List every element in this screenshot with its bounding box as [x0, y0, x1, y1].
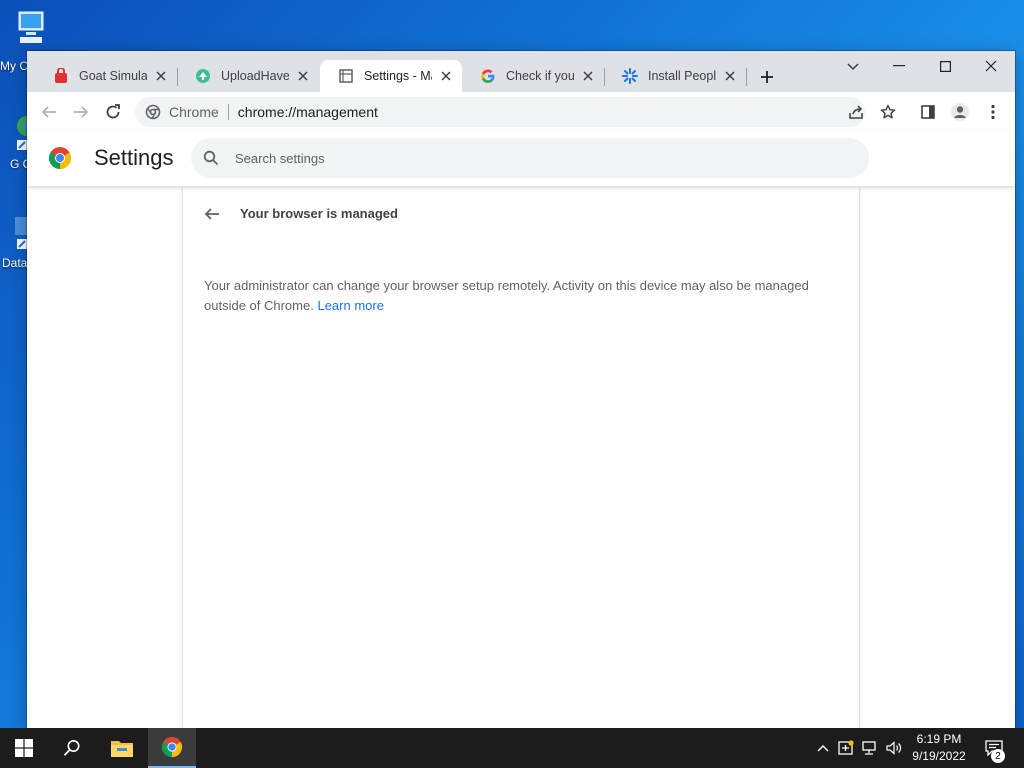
tab-title: UploadHaven [221, 69, 289, 83]
avatar-icon [951, 103, 969, 121]
kebab-menu-icon [991, 104, 995, 120]
security-center-icon [838, 740, 854, 755]
arrow-left-icon [41, 106, 56, 118]
close-tab-icon[interactable] [722, 68, 738, 84]
page-title: Your browser is managed [240, 206, 398, 221]
omnibox-separator [227, 104, 229, 120]
close-tab-icon[interactable] [153, 68, 169, 84]
reload-icon [106, 104, 120, 119]
side-panel-button[interactable] [915, 99, 941, 125]
url-text[interactable]: chrome://management [238, 104, 378, 120]
close-icon [985, 60, 997, 72]
settings-search-box[interactable] [191, 138, 869, 178]
chrome-icon [161, 736, 183, 758]
settings-header: Settings [27, 130, 1015, 186]
arrow-left-icon [204, 208, 219, 220]
management-description: Your administrator can change your brows… [204, 276, 834, 316]
clock-date: 9/19/2022 [912, 749, 966, 763]
arrow-right-icon [74, 106, 89, 118]
windows-logo-icon [15, 739, 33, 757]
tab-title: Settings - Man [364, 69, 432, 83]
tab-separator [746, 68, 747, 86]
site-label: Chrome [169, 104, 219, 120]
computer-icon [18, 11, 44, 43]
desktop-icon-label-data: Data [2, 256, 30, 270]
forward-button[interactable] [68, 99, 94, 125]
maximize-button[interactable] [922, 51, 968, 81]
chrome-site-icon [145, 104, 161, 120]
tab-search-button[interactable] [841, 55, 865, 79]
uploadhaven-icon [195, 68, 211, 84]
tab-settings-management[interactable]: Settings - Man [320, 60, 462, 92]
desktop-icon-text: Data [2, 256, 28, 270]
description-text: Your administrator can change your brows… [204, 278, 809, 313]
back-to-settings-button[interactable] [201, 203, 223, 225]
google-icon [480, 68, 496, 84]
chevron-up-icon [817, 745, 829, 752]
taskbar-file-explorer[interactable] [98, 728, 146, 768]
plus-icon [761, 71, 773, 83]
tray-security-icon-button[interactable] [836, 728, 856, 768]
search-icon [203, 150, 219, 166]
desktop-icon-text: My C [0, 59, 28, 73]
bookmark-button[interactable] [875, 99, 901, 125]
taskbar-clock[interactable]: 6:19 PM 9/19/2022 [904, 731, 974, 765]
notification-count-badge: 2 [991, 749, 1005, 763]
tab-title: Install People I [648, 69, 716, 83]
tray-volume-button[interactable] [884, 728, 904, 768]
clock-time: 6:19 PM [916, 732, 962, 746]
taskbar: 6:19 PM 9/19/2022 2 [0, 728, 1024, 768]
menu-button[interactable] [980, 99, 1006, 125]
chrome-logo-icon [49, 147, 71, 169]
share-icon [849, 105, 863, 119]
side-panel-icon [921, 105, 935, 119]
chrome-window: Goat Simulato UploadHaven Settings - Man [27, 51, 1015, 728]
chevron-down-icon [847, 63, 859, 71]
desktop-icon-label-my-computer: My C [0, 59, 30, 73]
show-hidden-icons-button[interactable] [814, 728, 832, 768]
maximize-icon [939, 60, 951, 72]
tray-network-button[interactable] [860, 728, 880, 768]
start-button[interactable] [0, 728, 48, 768]
taskbar-search-button[interactable] [48, 728, 96, 768]
profile-button[interactable] [947, 99, 973, 125]
omnibox[interactable]: Chrome chrome://management [135, 97, 865, 127]
tab-title: Goat Simulato [79, 69, 147, 83]
back-button[interactable] [36, 99, 62, 125]
network-icon [862, 741, 876, 755]
goat-icon [53, 68, 69, 84]
puzzle-icon [622, 68, 638, 84]
minimize-icon [893, 65, 905, 67]
document-icon [338, 68, 354, 84]
close-tab-icon[interactable] [438, 68, 454, 84]
minimize-button[interactable] [876, 51, 922, 81]
tab-strip: Goat Simulato UploadHaven Settings - Man [27, 51, 1015, 92]
management-card: Your browser is managed Your administrat… [183, 186, 859, 728]
tab-goat-simulator[interactable]: Goat Simulato [35, 60, 177, 92]
share-button[interactable] [843, 99, 869, 125]
new-tab-button[interactable] [755, 65, 779, 89]
desktop-icon-my-computer[interactable] [16, 10, 46, 52]
speaker-icon [886, 741, 902, 755]
reload-button[interactable] [100, 99, 126, 125]
browser-toolbar: Chrome chrome://management [27, 92, 1015, 130]
close-window-button[interactable] [968, 51, 1014, 81]
folder-icon [111, 741, 133, 757]
tab-title: Check if your C [506, 69, 574, 83]
search-icon [63, 740, 80, 756]
settings-title: Settings [94, 145, 174, 170]
learn-more-link[interactable]: Learn more [317, 298, 383, 313]
close-tab-icon[interactable] [295, 68, 311, 84]
search-settings-input[interactable] [235, 150, 835, 166]
tab-install-people[interactable]: Install People I [604, 60, 746, 92]
tab-check-if-your[interactable]: Check if your C [462, 60, 604, 92]
taskbar-chrome[interactable] [148, 728, 196, 768]
star-icon [880, 104, 896, 119]
tab-uploadhaven[interactable]: UploadHaven [177, 60, 319, 92]
close-tab-icon[interactable] [580, 68, 596, 84]
